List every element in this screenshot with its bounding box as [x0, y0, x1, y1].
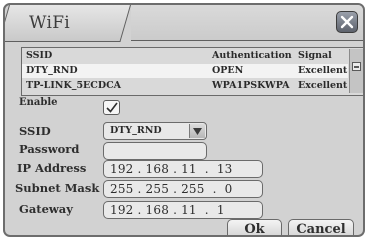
ip-address-label: IP Address [17, 161, 87, 175]
check-icon [106, 102, 118, 113]
row-ssid: DTY_RND [26, 65, 78, 76]
ssid-select[interactable]: DTY_RND [103, 122, 207, 140]
subnet-mask-label: Subnet Mask [15, 181, 100, 195]
enable-label: Enable [19, 97, 58, 108]
ssid-label: SSID [19, 124, 51, 138]
ip-address-field[interactable]: 192 . 168 . 11 . 13 [103, 160, 263, 178]
row-authentication: WPA1PSKWPA [212, 80, 290, 91]
ssid-dropdown-button[interactable] [189, 124, 205, 138]
close-icon [340, 15, 354, 29]
dialog-title: WiFi [29, 13, 71, 33]
scroll-thumb-icon[interactable] [352, 62, 361, 71]
subnet-mask-value: 255 . 255 . 255 . 0 [110, 182, 233, 196]
row-signal: Excellent [298, 80, 348, 91]
gateway-value: 192 . 168 . 11 . 1 [110, 203, 225, 217]
close-button[interactable] [336, 11, 358, 33]
header-signal: Signal [298, 50, 332, 61]
header-ssid: SSID [26, 50, 53, 61]
ip-address-value: 192 . 168 . 11 . 13 [110, 162, 233, 176]
gateway-field[interactable]: 192 . 168 . 11 . 1 [103, 201, 263, 219]
wifi-network-table: SSID Authentication Signal DTY_RND OPEN … [21, 47, 363, 96]
wifi-dialog: WiFi SSID Authentication Signal DTY_RND … [3, 3, 365, 237]
header-authentication: Authentication [212, 50, 292, 61]
enable-checkbox[interactable] [103, 100, 120, 115]
row-authentication: OPEN [212, 65, 244, 76]
row-signal: Excellent [298, 65, 348, 76]
table-header: SSID Authentication Signal [22, 49, 348, 63]
ssid-select-value: DTY_RND [110, 125, 162, 136]
table-row[interactable]: DTY_RND OPEN Excellent [22, 64, 348, 78]
ok-button[interactable]: Ok [227, 219, 282, 235]
dropdown-arrow-icon [193, 128, 202, 135]
password-label: Password [19, 142, 80, 156]
subnet-mask-field[interactable]: 255 . 255 . 255 . 0 [103, 180, 263, 198]
gateway-label: Gateway [19, 202, 73, 216]
table-row[interactable]: TP-LINK_5ECDCA WPA1PSKWPA Excellent [22, 79, 348, 93]
password-field[interactable] [103, 142, 207, 160]
table-scrollbar[interactable] [349, 49, 363, 93]
title-bar [131, 5, 363, 41]
row-ssid: TP-LINK_5ECDCA [26, 80, 122, 91]
cancel-button[interactable]: Cancel [288, 219, 354, 235]
